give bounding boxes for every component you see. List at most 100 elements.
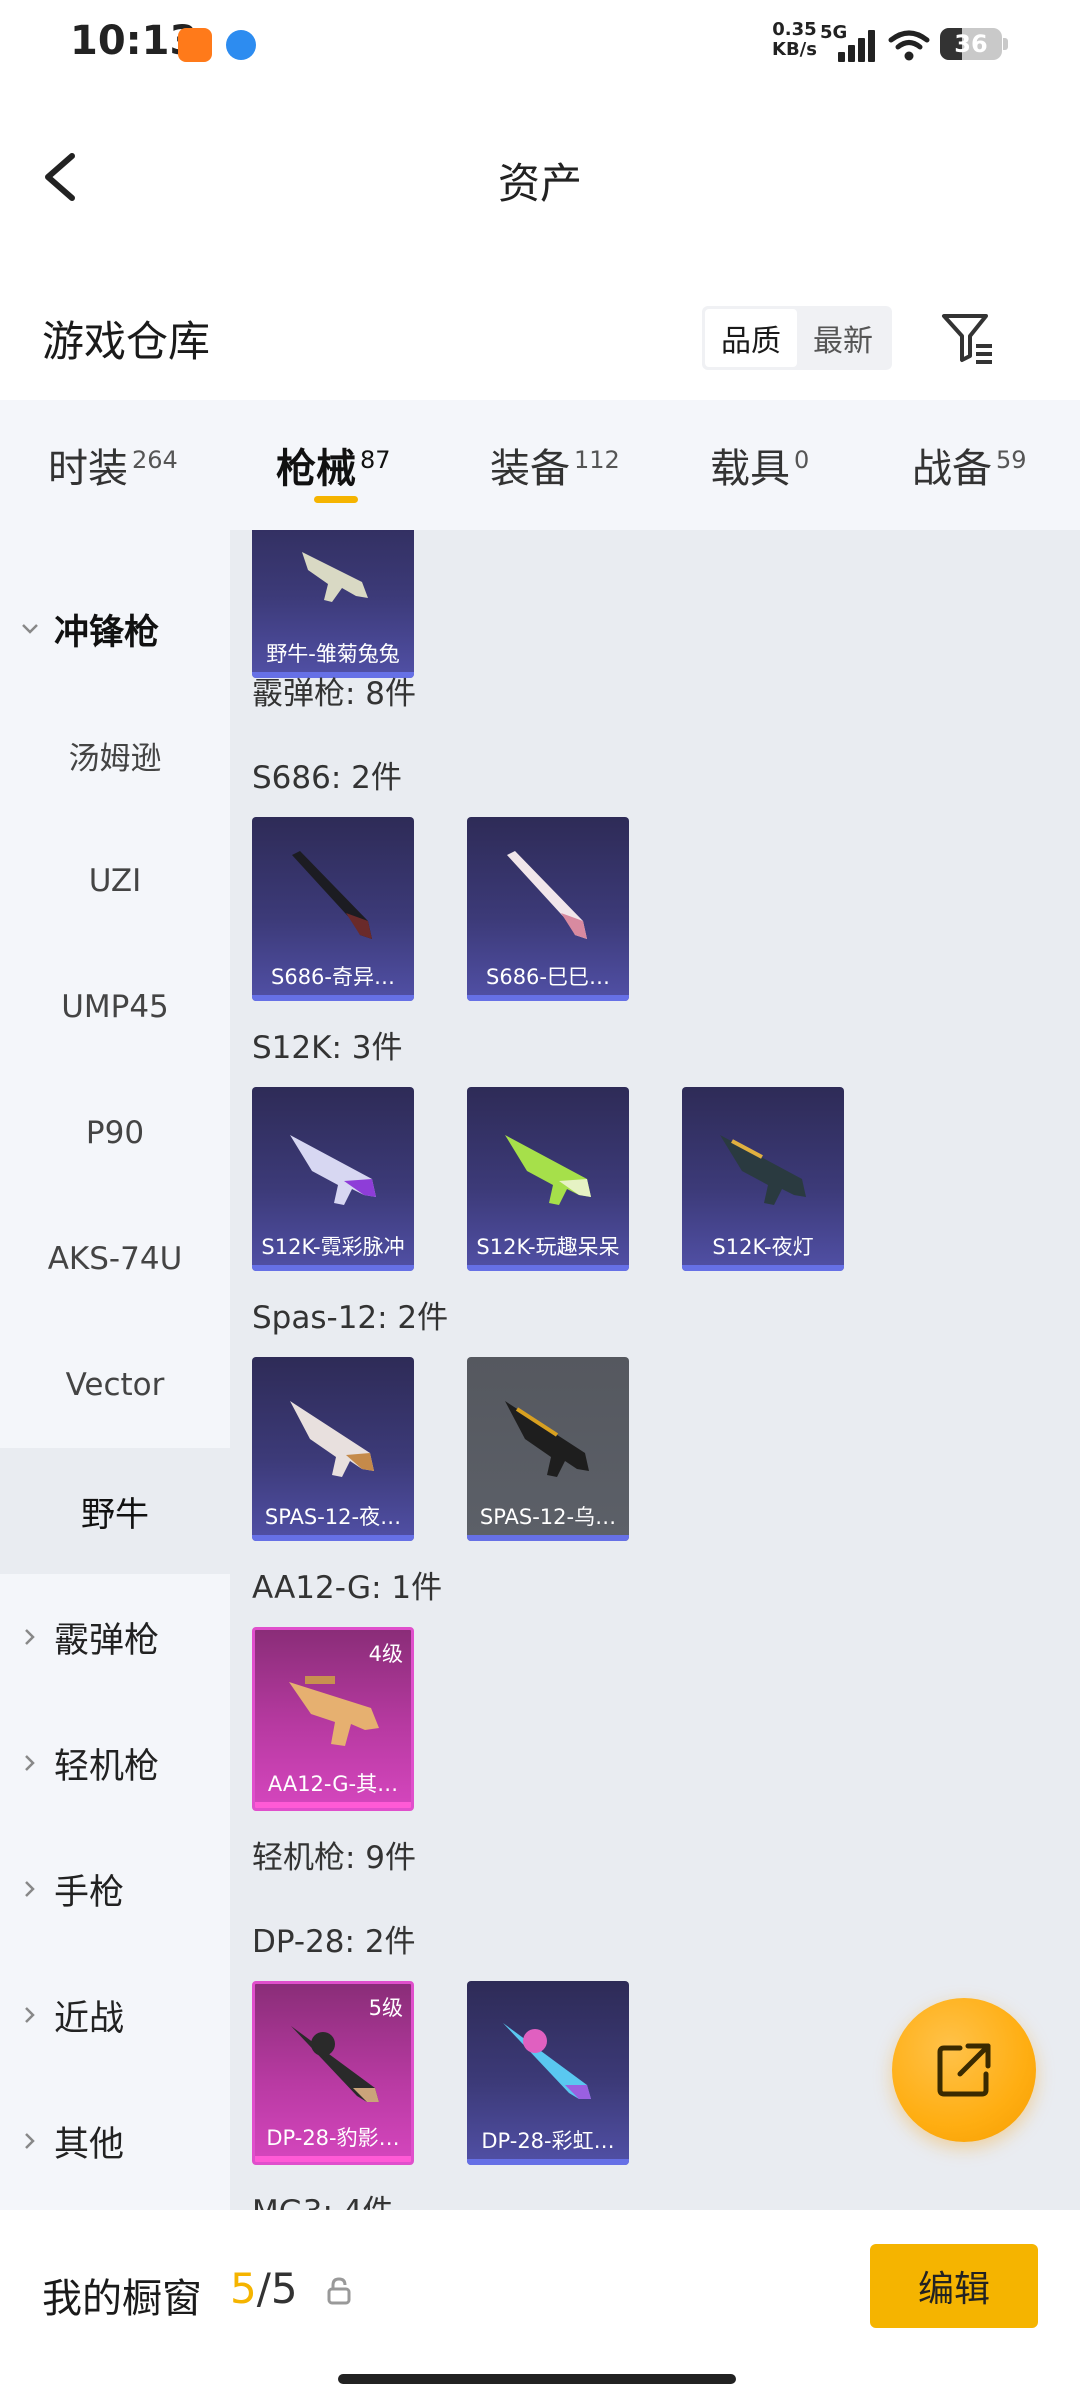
showcase-total: 5 [270,2264,298,2313]
showcase-bar: 我的橱窗 5/5 编辑 [0,2210,1080,2400]
share-external-icon [937,2043,991,2097]
tab-count: 0 [794,446,810,474]
home-indicator[interactable] [338,2374,736,2384]
gun-skin-icon [290,1401,374,1477]
tab-equipment[interactable]: 装备 112 [490,436,620,496]
card-name: S12K-夜灯 [712,1235,814,1259]
chevron-right-icon [20,1753,40,1773]
sidebar-item-uzi[interactable]: UZI [0,818,230,944]
skin-card[interactable]: 4级 AA12-G-其… [252,1627,414,1811]
group-title: Spas-12: 2件 [252,1300,449,1336]
net-speed-value: 0.35 [772,19,817,40]
active-tab-indicator [314,496,358,503]
group-title: AA12-G: 1件 [252,1570,443,1606]
net-speed: 0.35 KB/s [772,20,817,60]
chevron-right-icon [20,1627,40,1647]
group-title: 轻机枪: 9件 [252,1840,417,1876]
sidebar-item-thompson[interactable]: 汤姆逊 [0,692,230,818]
gun-skin-icon [505,1401,589,1477]
card-name: DP-28-彩虹… [481,2129,615,2153]
card-name: S686-奇异… [271,965,395,989]
sidebar-item-vector[interactable]: Vector [0,1322,230,1448]
edit-button[interactable]: 编辑 [870,2244,1038,2328]
skin-card[interactable]: 野牛-雏菊兔兔 [252,530,414,678]
sidebar-category-lmg[interactable]: 轻机枪 [0,1700,230,1826]
card-name: AA12-G-其… [267,1772,399,1796]
card-name: S686-巳巳… [486,965,610,989]
card-name: S12K-霓彩脉冲 [261,1235,405,1259]
status-bar: 10:13 0.35 KB/s 5G 36 [0,0,1080,92]
browser-notification-icon [226,30,256,60]
page-title: 资产 [497,159,582,208]
sidebar-item-label: 霰弹枪 [54,1620,160,1661]
skin-card[interactable]: S12K-霓彩脉冲 [252,1087,414,1271]
tab-count: 112 [574,446,620,474]
sort-quality-button[interactable]: 品质 [705,309,797,367]
skin-card[interactable]: S686-奇异… [252,817,414,1001]
sidebar-category-other[interactable]: 其他 [0,2078,230,2204]
card-name: SPAS-12-乌… [479,1505,617,1529]
gun-skin-icon [290,1135,376,1205]
sidebar-item-label: 其他 [54,2124,125,2165]
net-speed-unit: KB/s [772,39,817,60]
group-title: S686: 2件 [252,760,402,796]
filter-icon[interactable] [940,310,996,366]
tab-vehicles[interactable]: 载具 0 [710,436,809,496]
sidebar-item-label: 冲锋枪 [54,612,160,653]
warehouse-header: 游戏仓库 品质 最新 [0,262,1080,400]
skin-card[interactable]: S12K-夜灯 [682,1087,844,1271]
tab-supplies[interactable]: 战备 59 [912,436,1027,496]
rarity-level-badge: 5级 [368,1996,403,2020]
sidebar-item-label: 手枪 [54,1872,125,1913]
sort-newest-button[interactable]: 最新 [797,309,889,367]
battery-level: 36 [954,30,988,58]
sort-toggle: 品质 最新 [702,306,892,370]
rarity-level-badge: 4级 [368,1642,403,1666]
showcase-current: 5 [230,2264,257,2313]
chevron-right-icon [20,1879,40,1899]
sidebar-item-bizon[interactable]: 野牛 [0,1448,230,1574]
group-title: 霰弹枪: 8件 [252,676,417,712]
tab-label: 装备 [490,446,570,492]
skin-card[interactable]: S686-巳巳… [467,817,629,1001]
showcase-count: 5/5 [230,2264,298,2313]
chevron-right-icon [20,2131,40,2151]
tab-label: 战备 [912,446,992,492]
skin-card[interactable]: DP-28-彩虹… [467,1981,629,2165]
tab-label: 枪械 [276,446,356,492]
showcase-label: 我的橱窗 [42,2276,202,2322]
gun-skin-icon [720,1135,806,1205]
sidebar-item-p90[interactable]: P90 [0,1070,230,1196]
section-title: 游戏仓库 [42,317,211,366]
card-name: S12K-玩趣呆呆 [476,1235,620,1259]
card-name: DP-28-豹影… [266,2126,400,2150]
tab-label: 载具 [710,446,790,492]
signal-icon [838,30,878,62]
lock-icon[interactable] [326,2276,352,2306]
sidebar-item-aks74u[interactable]: AKS-74U [0,1196,230,1322]
group-title: DP-28: 2件 [252,1924,416,1960]
sidebar-item-label: 近战 [54,1998,125,2039]
skin-card[interactable]: S12K-玩趣呆呆 [467,1087,629,1271]
sidebar-item-ump45[interactable]: UMP45 [0,944,230,1070]
sidebar-item-label: 轻机枪 [54,1746,160,1787]
sidebar-category-melee[interactable]: 近战 [0,1952,230,2078]
showcase-separator: / [256,2264,271,2313]
skin-card[interactable]: 5级 DP-28-豹影… [252,1981,414,2165]
battery-icon: 36 [940,28,1008,60]
card-name: SPAS-12-夜… [264,1505,402,1529]
skin-card[interactable]: SPAS-12-夜… [252,1357,414,1541]
sidebar-category-pistol[interactable]: 手枪 [0,1826,230,1952]
category-tabs: 时装 264 枪械 87 装备 112 载具 0 战备 59 [0,400,1080,530]
share-button[interactable] [892,1998,1036,2142]
item-grid: 野牛-雏菊兔兔 霰弹枪: 8件 S686: 2件 S686-奇异… S686-巳… [230,530,1080,2210]
card-name: 野牛-雏菊兔兔 [266,642,400,666]
skin-card[interactable]: SPAS-12-乌… [467,1357,629,1541]
sidebar-category-shotgun[interactable]: 霰弹枪 [0,1574,230,1700]
gun-skin-icon [292,851,372,939]
tab-guns[interactable]: 枪械 87 [276,436,391,496]
sidebar: 冲锋枪 汤姆逊 UZI UMP45 P90 AKS-74U Vector 野牛 … [0,530,230,2210]
tab-fashion[interactable]: 时装 264 [48,436,178,496]
sidebar-category-smg[interactable]: 冲锋枪 [0,566,230,692]
gun-skin-icon [302,552,368,602]
